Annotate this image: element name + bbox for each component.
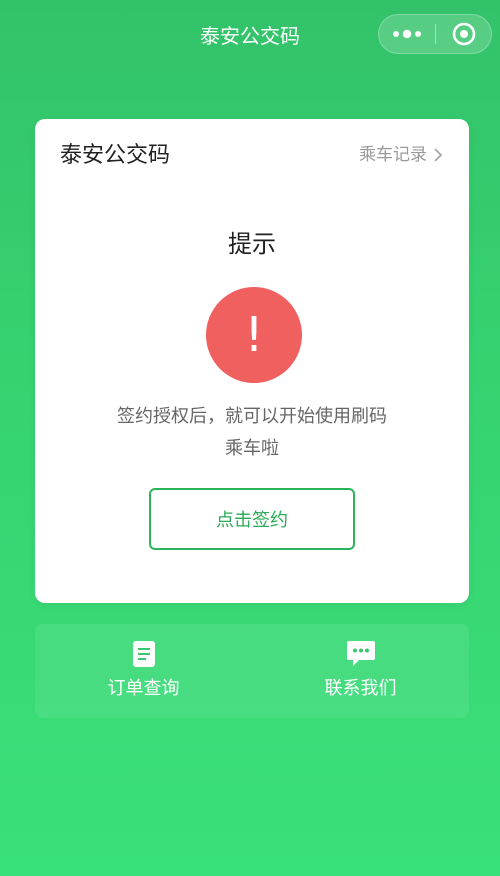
warning-mark: ! [244,307,263,363]
ride-record-link[interactable]: 乘车记录 [359,141,443,169]
miniprogram-capsule [378,14,492,54]
sign-hint-message: 签约授权后，就可以开始使用刷码 乘车啦 [75,401,429,465]
close-miniprogram-button[interactable] [436,15,491,53]
ride-record-label: 乘车记录 [359,145,427,165]
order-query-button[interactable]: 订单查询 [35,624,252,718]
document-icon [132,641,155,667]
contact-us-button[interactable]: 联系我们 [252,624,469,718]
bus-code-card: 泰安公交码 乘车记录 提示 ! 签约授权后，就可以开始使用刷码 乘车啦 点击签约 [35,119,469,603]
more-dots-icon [393,29,421,39]
message-line-1: 签约授权后，就可以开始使用刷码 [117,406,387,427]
order-query-label: 订单查询 [107,678,180,699]
chat-bubble-icon [346,641,375,666]
card-title: 泰安公交码 [60,143,171,168]
prompt-title: 提示 [228,230,276,258]
chevron-right-icon [434,148,443,162]
message-line-2: 乘车啦 [225,438,279,459]
warning-icon: ! [206,287,302,383]
contact-us-label: 联系我们 [324,678,397,699]
sign-contract-button[interactable]: 点击签约 [149,488,355,550]
bottom-menu: 订单查询 联系我们 [35,624,469,718]
target-close-icon [452,22,475,46]
more-options-button[interactable] [379,15,435,53]
